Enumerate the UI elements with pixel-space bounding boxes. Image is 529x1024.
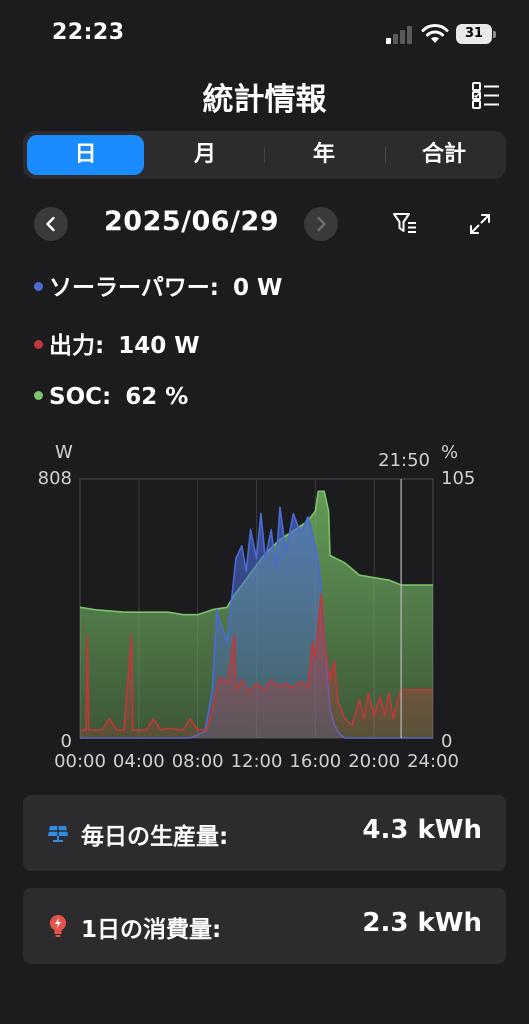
daily-consumption-value: 2.3 kWh <box>362 908 482 938</box>
output-metric: 出力: 140 W <box>34 326 200 359</box>
wifi-icon <box>421 24 449 43</box>
x-tick-label: 24:00 <box>407 751 459 772</box>
status-bar: 22:23 31 <box>0 0 529 70</box>
daily-production-label: 毎日の生産量: <box>81 824 229 850</box>
solar-legend-dot <box>34 282 43 291</box>
soc-label: SOC: <box>49 384 112 410</box>
tab-total[interactable]: 合計 <box>386 135 502 175</box>
status-time: 22:23 <box>52 20 125 45</box>
soc-metric: SOC: 62 % <box>34 384 188 416</box>
solar-panel-icon <box>48 826 68 842</box>
previous-day-button[interactable] <box>34 207 68 241</box>
period-segmented-control: 日 月 年 合計 <box>23 131 506 179</box>
daily-consumption-card: 1日の消費量: 2.3 kWh <box>23 888 506 964</box>
tab-month[interactable]: 月 <box>146 135 264 175</box>
output-label: 出力: <box>49 333 105 359</box>
y-left-min-label: 0 <box>61 731 72 752</box>
page-title: 統計情報 <box>202 82 327 118</box>
tab-year[interactable]: 年 <box>265 135 383 175</box>
y-right-min-label: 0 <box>441 731 452 752</box>
battery-indicator: 31 <box>456 24 496 44</box>
date-label[interactable]: 2025/06/29 <box>104 206 279 237</box>
x-axis-ticks: 00:00 04:00 08:00 12:00 16:00 20:00 24:00 <box>54 751 459 772</box>
cellular-signal-icon <box>386 26 412 44</box>
chevron-right-icon <box>317 216 326 232</box>
soc-value: 62 % <box>125 384 189 410</box>
daily-production-value: 4.3 kWh <box>362 815 482 845</box>
left-unit-label: W <box>55 442 73 463</box>
chevron-left-icon <box>46 216 55 232</box>
power-chart[interactable]: W % 21:50 808 0 105 0 00:00 04:00 08:00 12:… <box>0 436 529 776</box>
output-value: 140 W <box>118 333 200 359</box>
lightbulb-icon <box>50 915 66 937</box>
cursor-time-label: 21:50 <box>378 450 430 471</box>
x-tick-label: 08:00 <box>172 751 224 772</box>
x-tick-label: 16:00 <box>289 751 341 772</box>
expand-icon[interactable] <box>469 213 491 235</box>
x-tick-label: 20:00 <box>348 751 400 772</box>
solar-power-metric: ソーラーパワー: 0 W <box>34 268 283 301</box>
solar-power-value: 0 W <box>232 275 283 301</box>
tab-day[interactable]: 日 <box>27 135 144 175</box>
soc-legend-dot <box>34 391 43 400</box>
x-tick-label: 00:00 <box>54 751 106 772</box>
filter-icon[interactable] <box>392 211 418 237</box>
solar-power-label: ソーラーパワー: <box>49 275 219 301</box>
x-tick-label: 12:00 <box>231 751 283 772</box>
daily-consumption-label: 1日の消費量: <box>81 917 222 943</box>
y-right-max-label: 105 <box>441 468 475 489</box>
x-tick-label: 04:00 <box>113 751 165 772</box>
y-left-max-label: 808 <box>38 468 72 489</box>
output-legend-dot <box>34 340 43 349</box>
right-unit-label: % <box>441 442 458 463</box>
next-day-button[interactable] <box>304 207 338 241</box>
checklist-icon[interactable] <box>471 80 501 110</box>
daily-production-card: 毎日の生産量: 4.3 kWh <box>23 795 506 871</box>
